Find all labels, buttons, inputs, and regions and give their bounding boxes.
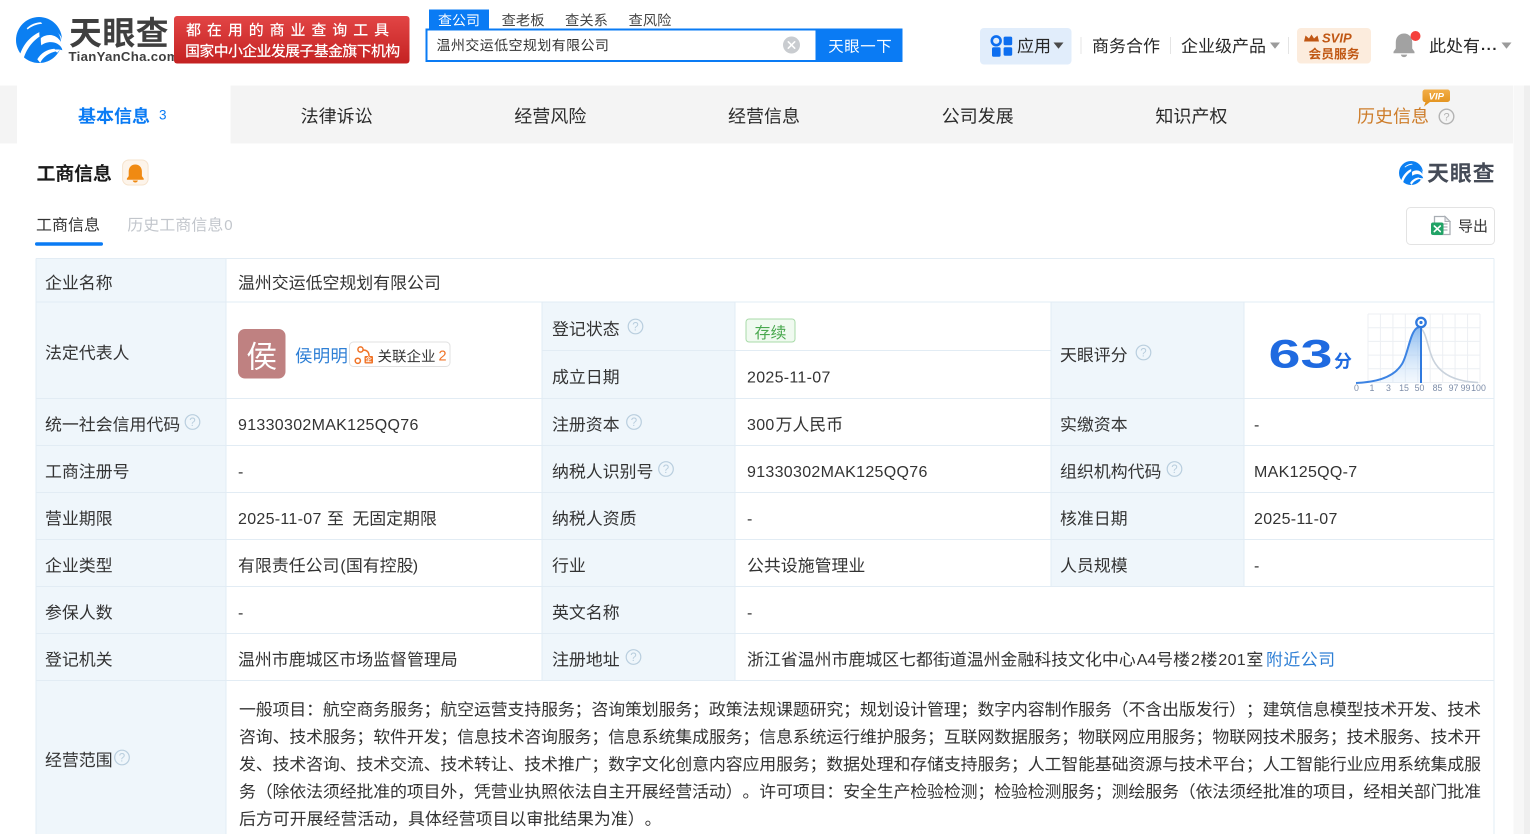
svg-text:15: 15: [1399, 383, 1409, 393]
svg-text:0: 0: [224, 217, 232, 234]
svg-text:2025-11-07: 2025-11-07: [747, 370, 831, 387]
svg-text:100: 100: [1471, 383, 1486, 393]
svg-text:TianYanCha.com: TianYanCha.com: [69, 49, 179, 64]
svg-text:A4: A4: [1137, 652, 1157, 669]
svg-text:MAK125QQ-7: MAK125QQ-7: [1254, 464, 1357, 481]
svg-text:): ): [413, 558, 418, 575]
svg-text:?: ?: [630, 652, 636, 664]
svg-text:63: 63: [1269, 333, 1333, 377]
svg-text:-: -: [747, 511, 752, 528]
svg-text:0: 0: [1354, 383, 1359, 393]
svg-text:2025-11-07: 2025-11-07: [238, 511, 322, 528]
svg-text:...: ...: [1481, 37, 1498, 54]
svg-text:VIP: VIP: [1429, 91, 1445, 102]
svg-text:?: ?: [189, 417, 195, 429]
svg-text:2: 2: [1191, 652, 1200, 669]
svg-text:?: ?: [631, 417, 637, 429]
svg-text:(: (: [340, 558, 346, 575]
svg-text:50: 50: [1415, 383, 1425, 393]
svg-text:-: -: [1254, 558, 1259, 575]
svg-text:-: -: [1254, 417, 1259, 434]
svg-text:3: 3: [159, 108, 167, 123]
svg-text:3: 3: [1386, 383, 1391, 393]
svg-text:97: 97: [1449, 383, 1459, 393]
svg-text:2: 2: [439, 349, 447, 365]
svg-text:?: ?: [119, 753, 125, 765]
svg-text:-: -: [238, 464, 243, 481]
svg-text:99: 99: [1461, 383, 1471, 393]
svg-text:?: ?: [1140, 348, 1146, 360]
svg-text:300: 300: [747, 417, 775, 434]
svg-text:1: 1: [1370, 383, 1375, 393]
svg-text:-: -: [747, 605, 752, 622]
svg-text:-: -: [238, 605, 243, 622]
svg-text:?: ?: [1171, 464, 1177, 476]
svg-text:SVIP: SVIP: [1322, 30, 1352, 45]
svg-text:?: ?: [632, 322, 638, 334]
svg-text:91330302MAK125QQ76: 91330302MAK125QQ76: [238, 417, 419, 434]
svg-text:85: 85: [1433, 383, 1443, 393]
svg-text:2025-11-07: 2025-11-07: [1254, 511, 1338, 528]
svg-text:201: 201: [1218, 652, 1246, 669]
svg-text:91330302MAK125QQ76: 91330302MAK125QQ76: [747, 464, 928, 481]
svg-text:?: ?: [1443, 112, 1449, 124]
svg-text:?: ?: [663, 464, 669, 476]
